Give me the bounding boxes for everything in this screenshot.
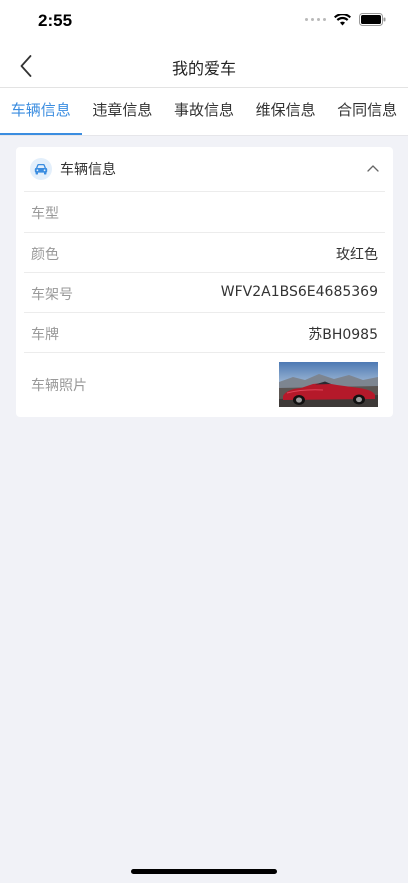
vehicle-info-card: 车辆信息 车型 颜色 玫红色 车架号 WFV2A1BS6E4685369 车牌 … — [16, 147, 393, 417]
status-icons — [305, 13, 386, 26]
home-indicator — [131, 869, 277, 874]
row-value: 玫红色 — [336, 247, 378, 263]
tab-violation-info[interactable]: 违章信息 — [82, 88, 164, 135]
tab-contract-info[interactable]: 合同信息 — [326, 88, 408, 135]
row-label: 车型 — [31, 206, 59, 222]
row-label: 车架号 — [31, 287, 73, 303]
car-badge — [30, 158, 52, 180]
car-icon — [34, 163, 48, 174]
row-photo: 车辆照片 — [24, 352, 385, 417]
row-plate: 车牌 苏BH0985 — [24, 312, 385, 352]
cellular-signal-icon — [305, 18, 326, 21]
tab-accident-info[interactable]: 事故信息 — [163, 88, 245, 135]
row-value: 苏BH0985 — [308, 327, 378, 343]
vehicle-photo[interactable] — [279, 362, 378, 407]
vehicle-photo-image — [279, 362, 378, 407]
row-vin: 车架号 WFV2A1BS6E4685369 — [24, 272, 385, 312]
chevron-up-icon[interactable] — [367, 163, 379, 173]
page-title: 我的爱车 — [171, 59, 236, 78]
card-title: 车辆信息 — [60, 162, 116, 178]
row-label: 车辆照片 — [31, 378, 87, 394]
row-label: 车牌 — [31, 327, 59, 343]
wifi-icon — [334, 13, 351, 25]
row-model: 车型 — [24, 191, 385, 232]
battery-icon — [359, 13, 386, 26]
tab-maintenance-info[interactable]: 维保信息 — [245, 88, 327, 135]
row-color: 颜色 玫红色 — [24, 232, 385, 272]
row-value: WFV2A1BS6E4685369 — [220, 284, 378, 300]
card-header[interactable]: 车辆信息 — [16, 147, 393, 191]
tab-bar: 车辆信息 违章信息 事故信息 维保信息 合同信息 — [0, 88, 408, 135]
tab-vehicle-info[interactable]: 车辆信息 — [0, 88, 82, 135]
row-label: 颜色 — [31, 247, 59, 263]
status-time: 2:55 — [38, 11, 73, 30]
tabs-divider — [0, 135, 408, 136]
